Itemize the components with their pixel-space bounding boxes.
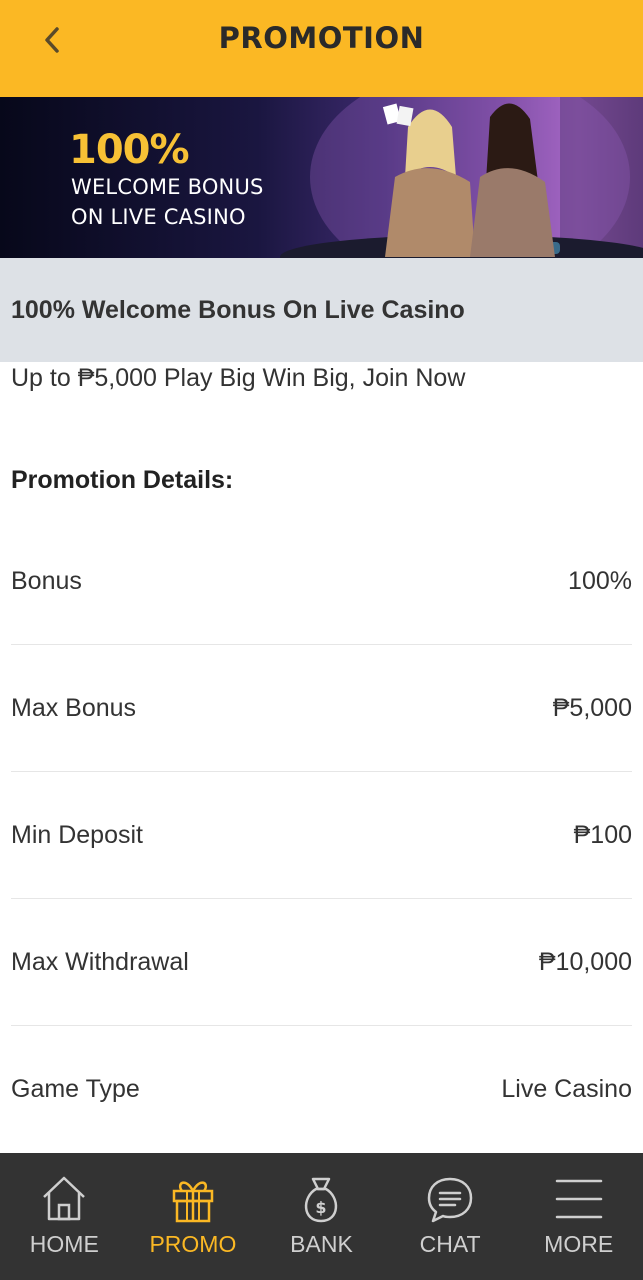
promo-subtitle: Up to ₱5,000 Play Big Win Big, Join Now (11, 364, 466, 392)
details-list: Bonus 100% Max Bonus ₱5,000 Min Deposit … (11, 518, 632, 1153)
detail-label: Bonus (11, 566, 82, 595)
nav-label-home: HOME (29, 1231, 99, 1257)
banner-headline: 100% (69, 127, 190, 173)
detail-row-max-bonus: Max Bonus ₱5,000 (11, 645, 632, 772)
detail-label: Max Bonus (11, 693, 137, 722)
menu-icon (555, 1179, 602, 1219)
detail-label: Max Withdrawal (11, 947, 189, 976)
detail-value: ₱5,000 (552, 693, 632, 722)
nav-label-chat: CHAT (419, 1231, 481, 1257)
details-heading: Promotion Details: (11, 466, 234, 494)
chevron-left-icon (45, 27, 59, 53)
detail-row-min-deposit: Min Deposit ₱100 (11, 772, 632, 899)
detail-label: Min Deposit (11, 820, 143, 849)
promo-banner: 100% WELCOME BONUS ON LIVE CASINO (0, 97, 643, 258)
nav-label-promo: PROMO (149, 1231, 237, 1257)
page-title: PROMOTION (218, 20, 425, 55)
detail-row-max-withdrawal: Max Withdrawal ₱10,000 (11, 899, 632, 1026)
nav-item-promo[interactable]: PROMO (129, 1153, 258, 1280)
top-header: PROMOTION (0, 0, 643, 97)
home-icon (43, 1176, 86, 1221)
detail-value: Live Casino (501, 1075, 632, 1103)
nav-item-more[interactable]: MORE (514, 1153, 643, 1280)
nav-item-bank[interactable]: $ BANK (257, 1153, 386, 1280)
detail-row-bonus: Bonus 100% (11, 518, 632, 645)
chat-bubble-icon (427, 1177, 473, 1223)
promo-title-bar: 100% Welcome Bonus On Live Casino (0, 258, 643, 362)
detail-value: ₱10,000 (538, 947, 632, 976)
detail-label: Game Type (11, 1075, 140, 1103)
banner-line-1: WELCOME BONUS (71, 175, 264, 199)
bottom-nav: HOME PROMO $ BANK CHAT MORE (0, 1153, 643, 1280)
detail-value: ₱100 (573, 820, 632, 849)
detail-value: 100% (568, 566, 632, 595)
nav-item-chat[interactable]: CHAT (386, 1153, 515, 1280)
back-button[interactable] (30, 18, 74, 62)
gift-icon (172, 1181, 214, 1223)
nav-label-more: MORE (544, 1231, 614, 1257)
svg-text:$: $ (316, 1198, 327, 1217)
banner-line-2: ON LIVE CASINO (71, 205, 246, 229)
nav-label-bank: BANK (290, 1231, 353, 1257)
nav-item-home[interactable]: HOME (0, 1153, 129, 1280)
detail-row-game-type: Game Type Live Casino (11, 1026, 632, 1153)
money-bag-icon: $ (305, 1177, 338, 1223)
promo-title: 100% Welcome Bonus On Live Casino (11, 295, 465, 324)
